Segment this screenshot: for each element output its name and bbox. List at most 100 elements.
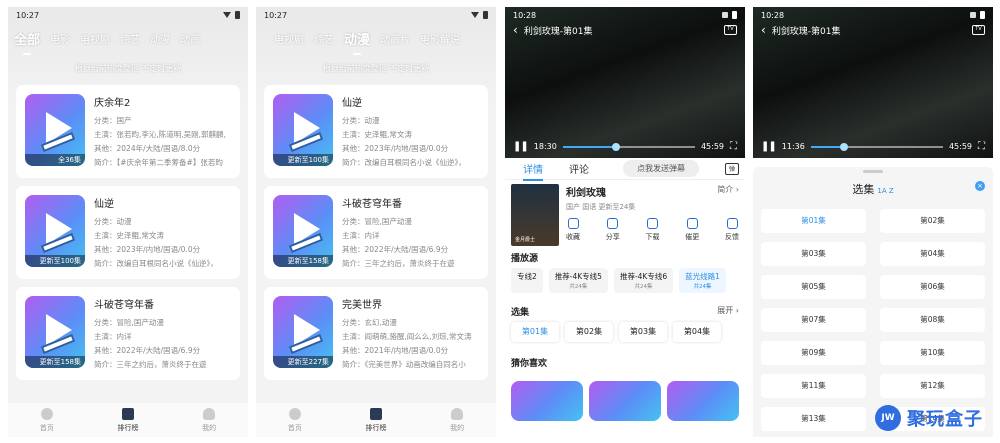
episode-item[interactable]: 第08集	[880, 308, 985, 332]
episode-item[interactable]: 第04集	[673, 322, 721, 342]
tab-details[interactable]: 详情	[523, 161, 543, 181]
nav-ranking[interactable]: 排行榜	[117, 407, 138, 433]
ranking-notice: 根据当前热度整理 不定时更新	[322, 64, 430, 73]
feedback-button[interactable]: 反馈	[725, 218, 739, 242]
status-time: 10:28	[513, 10, 537, 20]
tab-tv[interactable]: 电视剧	[274, 31, 304, 46]
seek-bar[interactable]	[810, 142, 943, 151]
episode-item[interactable]: 第03集	[761, 242, 866, 266]
tab-variety[interactable]: 综艺	[314, 31, 334, 46]
card-cast: 主演：史泽鲲,常文涛	[342, 130, 412, 139]
card-category: 分类：动漫	[342, 116, 380, 125]
share-button[interactable]: 分享	[606, 218, 620, 242]
episode-item[interactable]: 第10集	[880, 341, 985, 365]
recommend-list	[505, 373, 745, 421]
seek-bar[interactable]	[562, 142, 695, 151]
episode-item[interactable]: 第01集	[511, 322, 559, 342]
feedback-icon	[726, 218, 738, 229]
card-other: 其他：2023年/内地/国语/0.0分	[94, 245, 201, 254]
favorite-button[interactable]: 收藏	[566, 218, 580, 242]
nav-home[interactable]: 首页	[39, 407, 54, 433]
current-time: 18:30	[533, 142, 557, 151]
nav-home[interactable]: 首页	[288, 407, 302, 433]
episode-item[interactable]: 第12集	[880, 374, 985, 398]
intro-link[interactable]: 简介 ›	[717, 184, 739, 199]
ranking-card[interactable]: 更新至100集 仙逆 分类：动漫 主演：史泽鲲,常文涛 其他：2023年/内地/…	[264, 85, 488, 178]
episode-item[interactable]: 第09集	[761, 341, 866, 365]
tab-variety[interactable]: 综艺	[120, 31, 140, 46]
danmu-input[interactable]: 点我发送弹幕	[623, 160, 699, 177]
poster: 更新至100集	[273, 94, 333, 166]
episode-item[interactable]: 第07集	[761, 308, 866, 332]
tab-all[interactable]: 全部	[14, 29, 40, 55]
video-player[interactable]: 10:28 ‹ 利剑玫瑰-第01集 TV ❚❚ 18:30 45:59 ⛶	[505, 7, 745, 158]
tab-cartoon[interactable]: 动画片	[380, 31, 410, 46]
pause-icon[interactable]: ❚❚	[761, 141, 777, 152]
episode-select-screen: 10:28 ‹ 利剑玫瑰-第01集 TV ❚❚ 11:36 45:59 ⛶ 选集 1…	[753, 7, 993, 437]
episode-badge: 更新至158集	[273, 255, 333, 267]
source-item[interactable]: 推荐-4K专线6 共24集	[613, 268, 674, 293]
episode-item[interactable]: 第06集	[880, 275, 985, 299]
episode-item[interactable]: 第05集	[761, 275, 866, 299]
recommend-poster[interactable]	[589, 381, 661, 421]
pause-icon[interactable]: ❚❚	[513, 141, 529, 152]
card-title: 斗破苍穹年番	[94, 300, 154, 311]
heart-icon	[567, 218, 579, 229]
sheet-handle[interactable]	[863, 170, 883, 173]
card-other: 其他：2022年/大陆/国语/6.9分	[94, 346, 201, 355]
back-icon[interactable]: ‹	[513, 23, 518, 37]
episode-list: 第01集 第02集 第03集 第04集	[505, 322, 745, 342]
recommend-poster[interactable]	[667, 381, 739, 421]
recommend-poster[interactable]	[511, 381, 583, 421]
episode-item[interactable]: 第02集	[565, 322, 613, 342]
nav-ranking-label: 排行榜	[365, 423, 387, 432]
nav-mine[interactable]: 我的	[202, 407, 217, 433]
seek-handle[interactable]	[839, 142, 848, 151]
tab-anime[interactable]: 动漫	[150, 31, 170, 46]
nav-mine-label: 我的	[202, 423, 217, 432]
nav-mine[interactable]: 我的	[450, 407, 464, 433]
tab-cartoon[interactable]: 动画	[180, 31, 200, 46]
close-icon[interactable]: ×	[975, 181, 985, 191]
nav-ranking[interactable]: 排行榜	[365, 407, 387, 433]
tab-tv[interactable]: 电视剧	[80, 31, 110, 46]
episode-item[interactable]: 第04集	[880, 242, 985, 266]
danmu-toggle-icon[interactable]: 弹	[725, 162, 739, 175]
download-button[interactable]: 下载	[646, 218, 660, 242]
sort-icon[interactable]: 1A Z	[877, 187, 893, 195]
card-category: 分类：冒险,国产动漫	[342, 217, 412, 226]
expand-link[interactable]: 展开 ›	[717, 305, 739, 318]
source-item[interactable]: 蓝光线路1 共24集	[679, 268, 726, 293]
fullscreen-icon[interactable]: ⛶	[730, 141, 737, 152]
nav-home-label: 首页	[39, 423, 54, 432]
category-tabs: 全部 电影 电视剧 综艺 动漫 动画	[8, 23, 248, 55]
fullscreen-icon[interactable]: ⛶	[978, 141, 985, 152]
tab-commentary[interactable]: 电影解说	[420, 31, 460, 46]
tab-movie[interactable]: 电影	[50, 31, 70, 46]
ranking-card[interactable]: 更新至158集 斗破苍穹年番 分类：冒险,国产动漫 主演：内详 其他：2022年…	[16, 287, 240, 380]
card-category: 分类：动漫	[94, 217, 132, 226]
card-intro: 简介：三年之约后，萧炎终于在遊	[94, 360, 207, 369]
share-label: 分享	[605, 233, 620, 241]
source-item[interactable]: 专线2	[511, 268, 543, 293]
video-player[interactable]: 10:28 ‹ 利剑玫瑰-第01集 TV ❚❚ 11:36 45:59 ⛶	[753, 7, 993, 158]
episode-item[interactable]: 第03集	[619, 322, 667, 342]
ranking-card[interactable]: 更新至158集 斗破苍穹年番 分类：冒险,国产动漫 主演：内详 其他：2022年…	[264, 186, 488, 279]
ranking-card[interactable]: 更新至100集 仙逆 分类：动漫 主演：史泽鲲,常文涛 其他：2023年/内地/…	[16, 186, 240, 279]
urge-update-button[interactable]: 催更	[685, 218, 699, 242]
total-time: 45:59	[700, 142, 724, 151]
back-icon[interactable]: ‹	[761, 23, 766, 37]
cast-tv-icon[interactable]: TV	[724, 25, 737, 35]
episode-item[interactable]: 第11集	[761, 374, 866, 398]
episode-item[interactable]: 第01集	[761, 209, 866, 233]
tab-comments[interactable]: 评论	[569, 161, 589, 176]
seek-handle[interactable]	[611, 142, 620, 151]
source-item[interactable]: 推荐-4K专线5 共24集	[548, 268, 608, 293]
ranking-card[interactable]: 更新至227集 完美世界 分类：玄幻,动漫 主演：阎萌萌,骆醒,阎么么,刘琮,常…	[264, 287, 488, 380]
cast-tv-icon[interactable]: TV	[972, 25, 985, 35]
tab-anime[interactable]: 动漫	[344, 29, 370, 55]
episode-item[interactable]: 第02集	[880, 209, 985, 233]
episode-item[interactable]: 第13集	[761, 407, 866, 431]
ranking-card[interactable]: 全36集 庆余年2 分类：国产 主演：张若昀,李沁,陈道明,吴刚,郭麒麟, 其他…	[16, 85, 240, 178]
ranking-notice: 根据当前热度整理 不定时更新	[74, 64, 182, 73]
